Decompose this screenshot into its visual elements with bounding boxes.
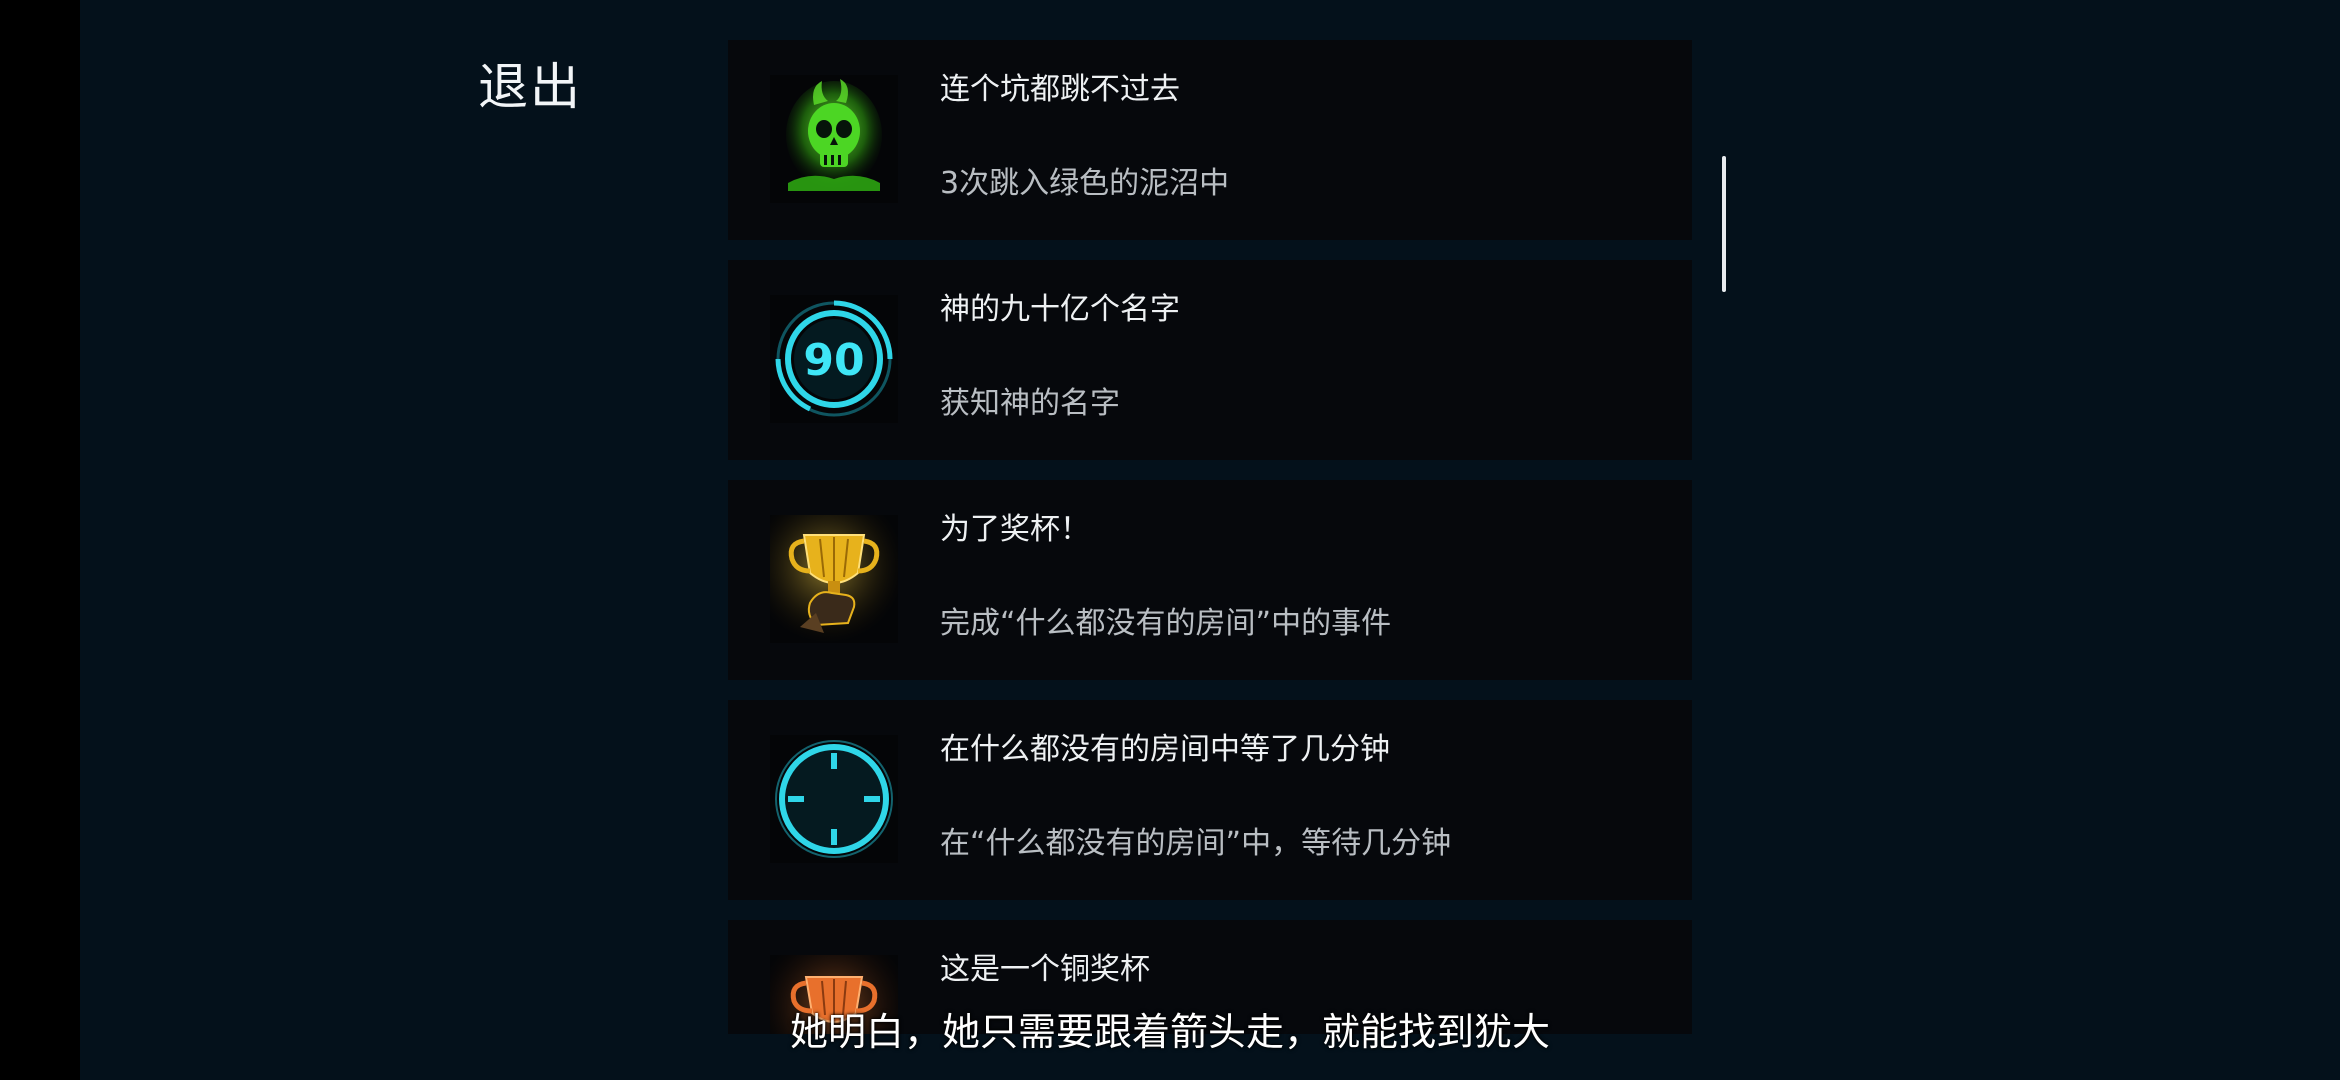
achievement-title: 在什么都没有的房间中等了几分钟 xyxy=(940,732,1390,767)
ring-90-text: 90 xyxy=(803,335,864,386)
achievement-description: 3次跳入绿色的泥沼中 xyxy=(940,166,1230,201)
achievement-title: 为了奖杯！ xyxy=(940,512,1090,547)
achievement-item-1[interactable]: 连个坑都跳不过去 3次跳入绿色的泥沼中 xyxy=(728,40,1692,240)
scrollbar[interactable] xyxy=(1722,156,1726,292)
gold-trophy-icon xyxy=(770,515,898,643)
screen: 退出 连个坑都跳不过去 3次跳入绿色的泥沼中 90 神的九十亿个名字 获知神的名… xyxy=(0,0,2340,1080)
achievement-title: 这是一个铜奖杯 xyxy=(940,952,1150,987)
green-skull-icon xyxy=(770,75,898,203)
achievement-item-3[interactable]: 为了奖杯！ 完成“什么都没有的房间”中的事件 xyxy=(728,480,1692,680)
achievement-description: 获知神的名字 xyxy=(940,386,1120,421)
video-subtitle: 她明白，她只需要跟着箭头走，就能找到犹大 xyxy=(789,1010,1550,1054)
achievement-description: 完成“什么都没有的房间”中的事件 xyxy=(940,606,1392,641)
clock-icon xyxy=(770,735,898,863)
achievement-title: 连个坑都跳不过去 xyxy=(940,72,1180,107)
exit-button[interactable]: 退出 xyxy=(478,52,598,122)
achievement-title: 神的九十亿个名字 xyxy=(940,292,1180,327)
ring-90-icon: 90 xyxy=(770,295,898,423)
achievement-item-2[interactable]: 90 神的九十亿个名字 获知神的名字 xyxy=(728,260,1692,460)
achievement-description: 在“什么都没有的房间”中，等待几分钟 xyxy=(940,826,1452,861)
achievement-list[interactable]: 连个坑都跳不过去 3次跳入绿色的泥沼中 90 神的九十亿个名字 获知神的名字 为… xyxy=(728,40,1692,1034)
achievement-item-4[interactable]: 在什么都没有的房间中等了几分钟 在“什么都没有的房间”中，等待几分钟 xyxy=(728,700,1692,900)
